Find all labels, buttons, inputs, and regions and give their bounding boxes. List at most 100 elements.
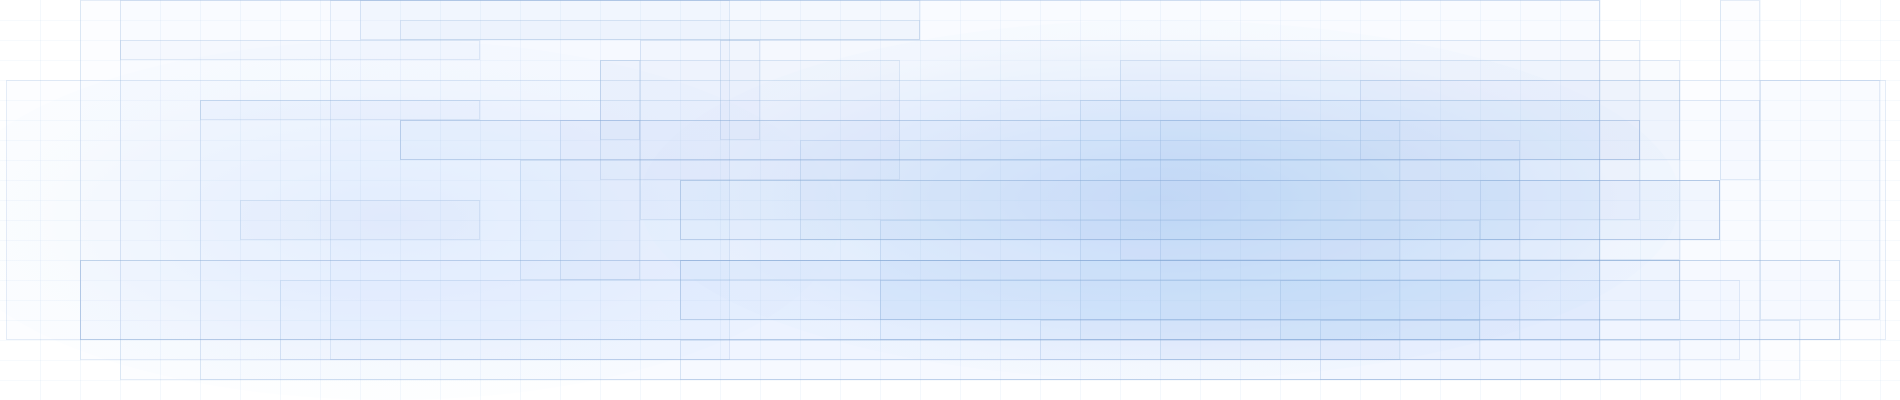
grid-line-vertical	[1120, 0, 1121, 400]
grid-tile	[1280, 280, 1480, 340]
grid-line-vertical	[520, 0, 521, 400]
grid-tile	[1480, 180, 1720, 240]
center-glow	[640, 20, 1680, 380]
grid-tile	[280, 280, 1740, 360]
grid-line-vertical	[440, 0, 441, 400]
grid-line-horizontal	[0, 280, 1900, 281]
grid-line-vertical	[1320, 0, 1321, 400]
grid-line-horizontal	[0, 240, 1900, 241]
grid-tile	[80, 0, 1600, 360]
grid-line-vertical	[160, 0, 161, 400]
grid-line-vertical	[200, 0, 201, 400]
grid-tile	[600, 60, 640, 140]
grid-tile	[640, 40, 1640, 220]
grid-tile	[400, 120, 1640, 160]
grid-tile	[400, 20, 920, 40]
grid-line-vertical	[480, 0, 481, 400]
grid-line-vertical	[1080, 0, 1081, 400]
grid-tile	[800, 140, 1520, 240]
grid-line-horizontal	[0, 340, 1900, 341]
grid-tile	[680, 260, 1680, 320]
grid-line-vertical	[400, 0, 401, 400]
grid-line-horizontal	[0, 380, 1900, 381]
grid-line-vertical	[1760, 0, 1761, 400]
grid-line-vertical	[1280, 0, 1281, 400]
grid-tile	[6, 80, 1886, 340]
grid-line-vertical	[240, 0, 241, 400]
grid-tile	[720, 40, 760, 140]
background-grid-pattern	[0, 0, 1900, 400]
grid-tile	[120, 0, 1600, 380]
grid-line-horizontal	[0, 60, 1900, 61]
grid-line-vertical	[1240, 0, 1241, 400]
grid-line-vertical	[1560, 0, 1561, 400]
grid-tile	[1160, 120, 1400, 360]
grid-tile	[1080, 100, 1600, 340]
grid-line-vertical	[1200, 0, 1201, 400]
grid-tile	[880, 280, 1520, 340]
grid-line-vertical	[1840, 0, 1841, 400]
grid-line-vertical	[880, 0, 881, 400]
grid-line-vertical	[1040, 0, 1041, 400]
grid-tile	[1320, 320, 1800, 380]
grid-line-vertical	[280, 0, 281, 400]
grid-tile	[200, 100, 1760, 380]
left-glow	[0, 40, 840, 400]
grid-tile	[1720, 0, 1760, 180]
grid-tile	[240, 200, 480, 240]
grid-line-vertical	[1520, 0, 1521, 400]
grid-tile	[1360, 80, 1680, 160]
grid-tile	[680, 340, 1680, 380]
grid-line-horizontal	[0, 140, 1900, 141]
grid-line-horizontal	[0, 120, 1900, 121]
grid-tile	[120, 40, 480, 60]
grid-line-vertical	[120, 0, 121, 400]
grid-tile	[200, 100, 480, 120]
grid-line-vertical	[1720, 0, 1721, 400]
grid-line-vertical	[640, 0, 641, 400]
grid-line-vertical	[720, 0, 721, 400]
grid-tile	[330, 0, 730, 360]
grid-line-horizontal	[0, 40, 1900, 41]
grid-line-vertical	[1480, 0, 1481, 400]
grid-line-horizontal	[0, 220, 1900, 221]
grid-line-vertical	[1440, 0, 1441, 400]
grid-line-horizontal	[0, 320, 1900, 321]
grid-line-vertical	[1160, 0, 1161, 400]
grid-line-vertical	[1800, 0, 1801, 400]
grid-line-vertical	[320, 0, 321, 400]
grid-line-vertical	[80, 0, 81, 400]
grid-line-horizontal	[0, 260, 1900, 261]
grid-line-vertical	[960, 0, 961, 400]
grid-line-horizontal	[0, 200, 1900, 201]
grid-line-vertical	[1360, 0, 1361, 400]
grid-line-vertical	[800, 0, 801, 400]
grid-line-vertical	[560, 0, 561, 400]
grid-tile	[1040, 320, 1480, 360]
grid-tile	[80, 260, 1840, 340]
grid-line-vertical	[1600, 0, 1601, 400]
grid-line-vertical	[1680, 0, 1681, 400]
grid-line-vertical	[1640, 0, 1641, 400]
grid-line-vertical	[40, 0, 41, 400]
grid-line-horizontal	[0, 160, 1900, 161]
grid-line-vertical	[1880, 0, 1881, 400]
grid-line-vertical	[680, 0, 681, 400]
grid-line-horizontal	[0, 180, 1900, 181]
grid-tile	[600, 60, 900, 180]
grid-line-vertical	[1400, 0, 1401, 400]
grid-tile	[1120, 60, 1680, 260]
grid-line-vertical	[360, 0, 361, 400]
grid-line-horizontal	[0, 100, 1900, 101]
grid-line-vertical	[920, 0, 921, 400]
grid-line-horizontal	[0, 20, 1900, 21]
grid-tile	[880, 220, 1480, 320]
grid-tile	[680, 180, 1720, 240]
grid-tile	[560, 120, 640, 280]
grid-line-vertical	[840, 0, 841, 400]
grid-tile	[1760, 80, 1880, 320]
grid-line-horizontal	[0, 300, 1900, 301]
grid-tile	[520, 160, 1520, 280]
grid-line-vertical	[760, 0, 761, 400]
grid-line-horizontal	[0, 80, 1900, 81]
